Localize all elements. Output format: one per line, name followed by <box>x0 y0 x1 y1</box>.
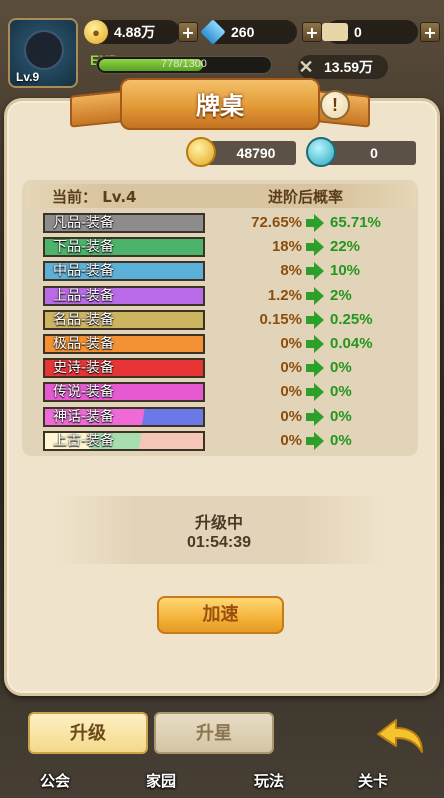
advanced-probability: 0% <box>330 432 352 449</box>
current-probability: 0% <box>280 383 302 400</box>
advanced-probability: 65.71% <box>330 214 381 231</box>
advanced-probability: 0% <box>330 408 352 425</box>
advanced-probability: 0.04% <box>330 335 373 352</box>
nav-stages[interactable]: 关卡 <box>358 770 388 791</box>
gold-coin-icon: ● <box>84 20 108 44</box>
gem-icon <box>306 137 336 167</box>
gold-resource: ● 4.88万 <box>84 20 180 44</box>
exp-bar: 778/1300 <box>96 56 272 74</box>
current-probability: 0% <box>280 408 302 425</box>
quality-label: 凡品-装备 <box>43 213 205 233</box>
upgrade-button[interactable]: 升级 <box>28 712 148 754</box>
advanced-probability: 10% <box>330 262 361 279</box>
gold-amount: 48790 <box>236 145 276 161</box>
current-probability: 1.2% <box>267 287 302 304</box>
current-probability: 72.65% <box>251 214 302 231</box>
info-icon[interactable]: ! <box>320 90 350 120</box>
current-probability: 0% <box>280 359 302 376</box>
quality-label: 上古-装备 <box>43 431 205 451</box>
power-value: 13.59万 <box>324 59 374 75</box>
advanced-probability: 22% <box>330 238 361 255</box>
nav-home[interactable]: 家园 <box>146 770 176 791</box>
nav-guild[interactable]: 公会 <box>40 770 70 791</box>
quality-label: 中品-装备 <box>43 261 205 281</box>
player-avatar[interactable]: Lv.9 <box>8 18 78 88</box>
diamond-resource: 260 <box>200 19 297 45</box>
player-level: Lv.9 <box>16 70 40 84</box>
ticket-value: 0 <box>354 24 362 40</box>
gold-coin-icon <box>186 137 216 167</box>
diamond-icon <box>200 19 226 45</box>
ticket-resource: 0 <box>322 20 418 44</box>
quality-label: 史诗-装备 <box>43 358 205 378</box>
current-level-label: 当前： Lv.4 <box>52 188 137 206</box>
advanced-probability: 0% <box>330 359 352 376</box>
avatar-portrait <box>24 30 64 70</box>
advanced-probability: 2% <box>330 287 352 304</box>
current-probability: 0.15% <box>259 311 302 328</box>
quality-label: 神话-装备 <box>43 407 205 427</box>
after-advance-label: 进阶后概率 <box>268 188 344 206</box>
ticket-icon <box>322 23 348 41</box>
advanced-probability: 0% <box>330 383 352 400</box>
quality-label: 传说-装备 <box>43 382 205 402</box>
upgrade-status-title: 升级中 <box>194 513 243 532</box>
current-probability: 18% <box>271 238 302 255</box>
exp-progress-text: 778/1300 <box>161 58 207 70</box>
quality-label: 名品-装备 <box>43 310 205 330</box>
speed-up-button[interactable]: 加速 <box>157 596 284 634</box>
upgrade-timer: 01:54:39 <box>186 534 252 551</box>
star-up-button[interactable]: 升星 <box>154 712 274 754</box>
current-probability: 0% <box>280 432 302 449</box>
quality-label: 极品-装备 <box>43 334 205 354</box>
back-arrow-icon[interactable] <box>374 716 426 756</box>
gem-amount: 0 <box>370 145 378 161</box>
quality-label: 下品-装备 <box>43 237 205 257</box>
nav-gameplay[interactable]: 玩法 <box>254 770 284 791</box>
quality-label: 上品-装备 <box>43 286 205 306</box>
add-gold-button[interactable]: + <box>178 22 198 42</box>
current-probability: 0% <box>280 335 302 352</box>
add-ticket-button[interactable]: + <box>420 22 440 42</box>
panel-title: 牌桌 <box>196 92 244 120</box>
diamond-value: 260 <box>231 24 255 40</box>
add-diamond-button[interactable]: + <box>302 22 322 42</box>
gold-value: 4.88万 <box>114 24 156 40</box>
advanced-probability: 0.25% <box>330 311 373 328</box>
crossed-swords-icon: ✕ <box>298 56 314 77</box>
current-probability: 8% <box>280 262 302 279</box>
power-resource: ✕ 13.59万 <box>298 55 388 79</box>
